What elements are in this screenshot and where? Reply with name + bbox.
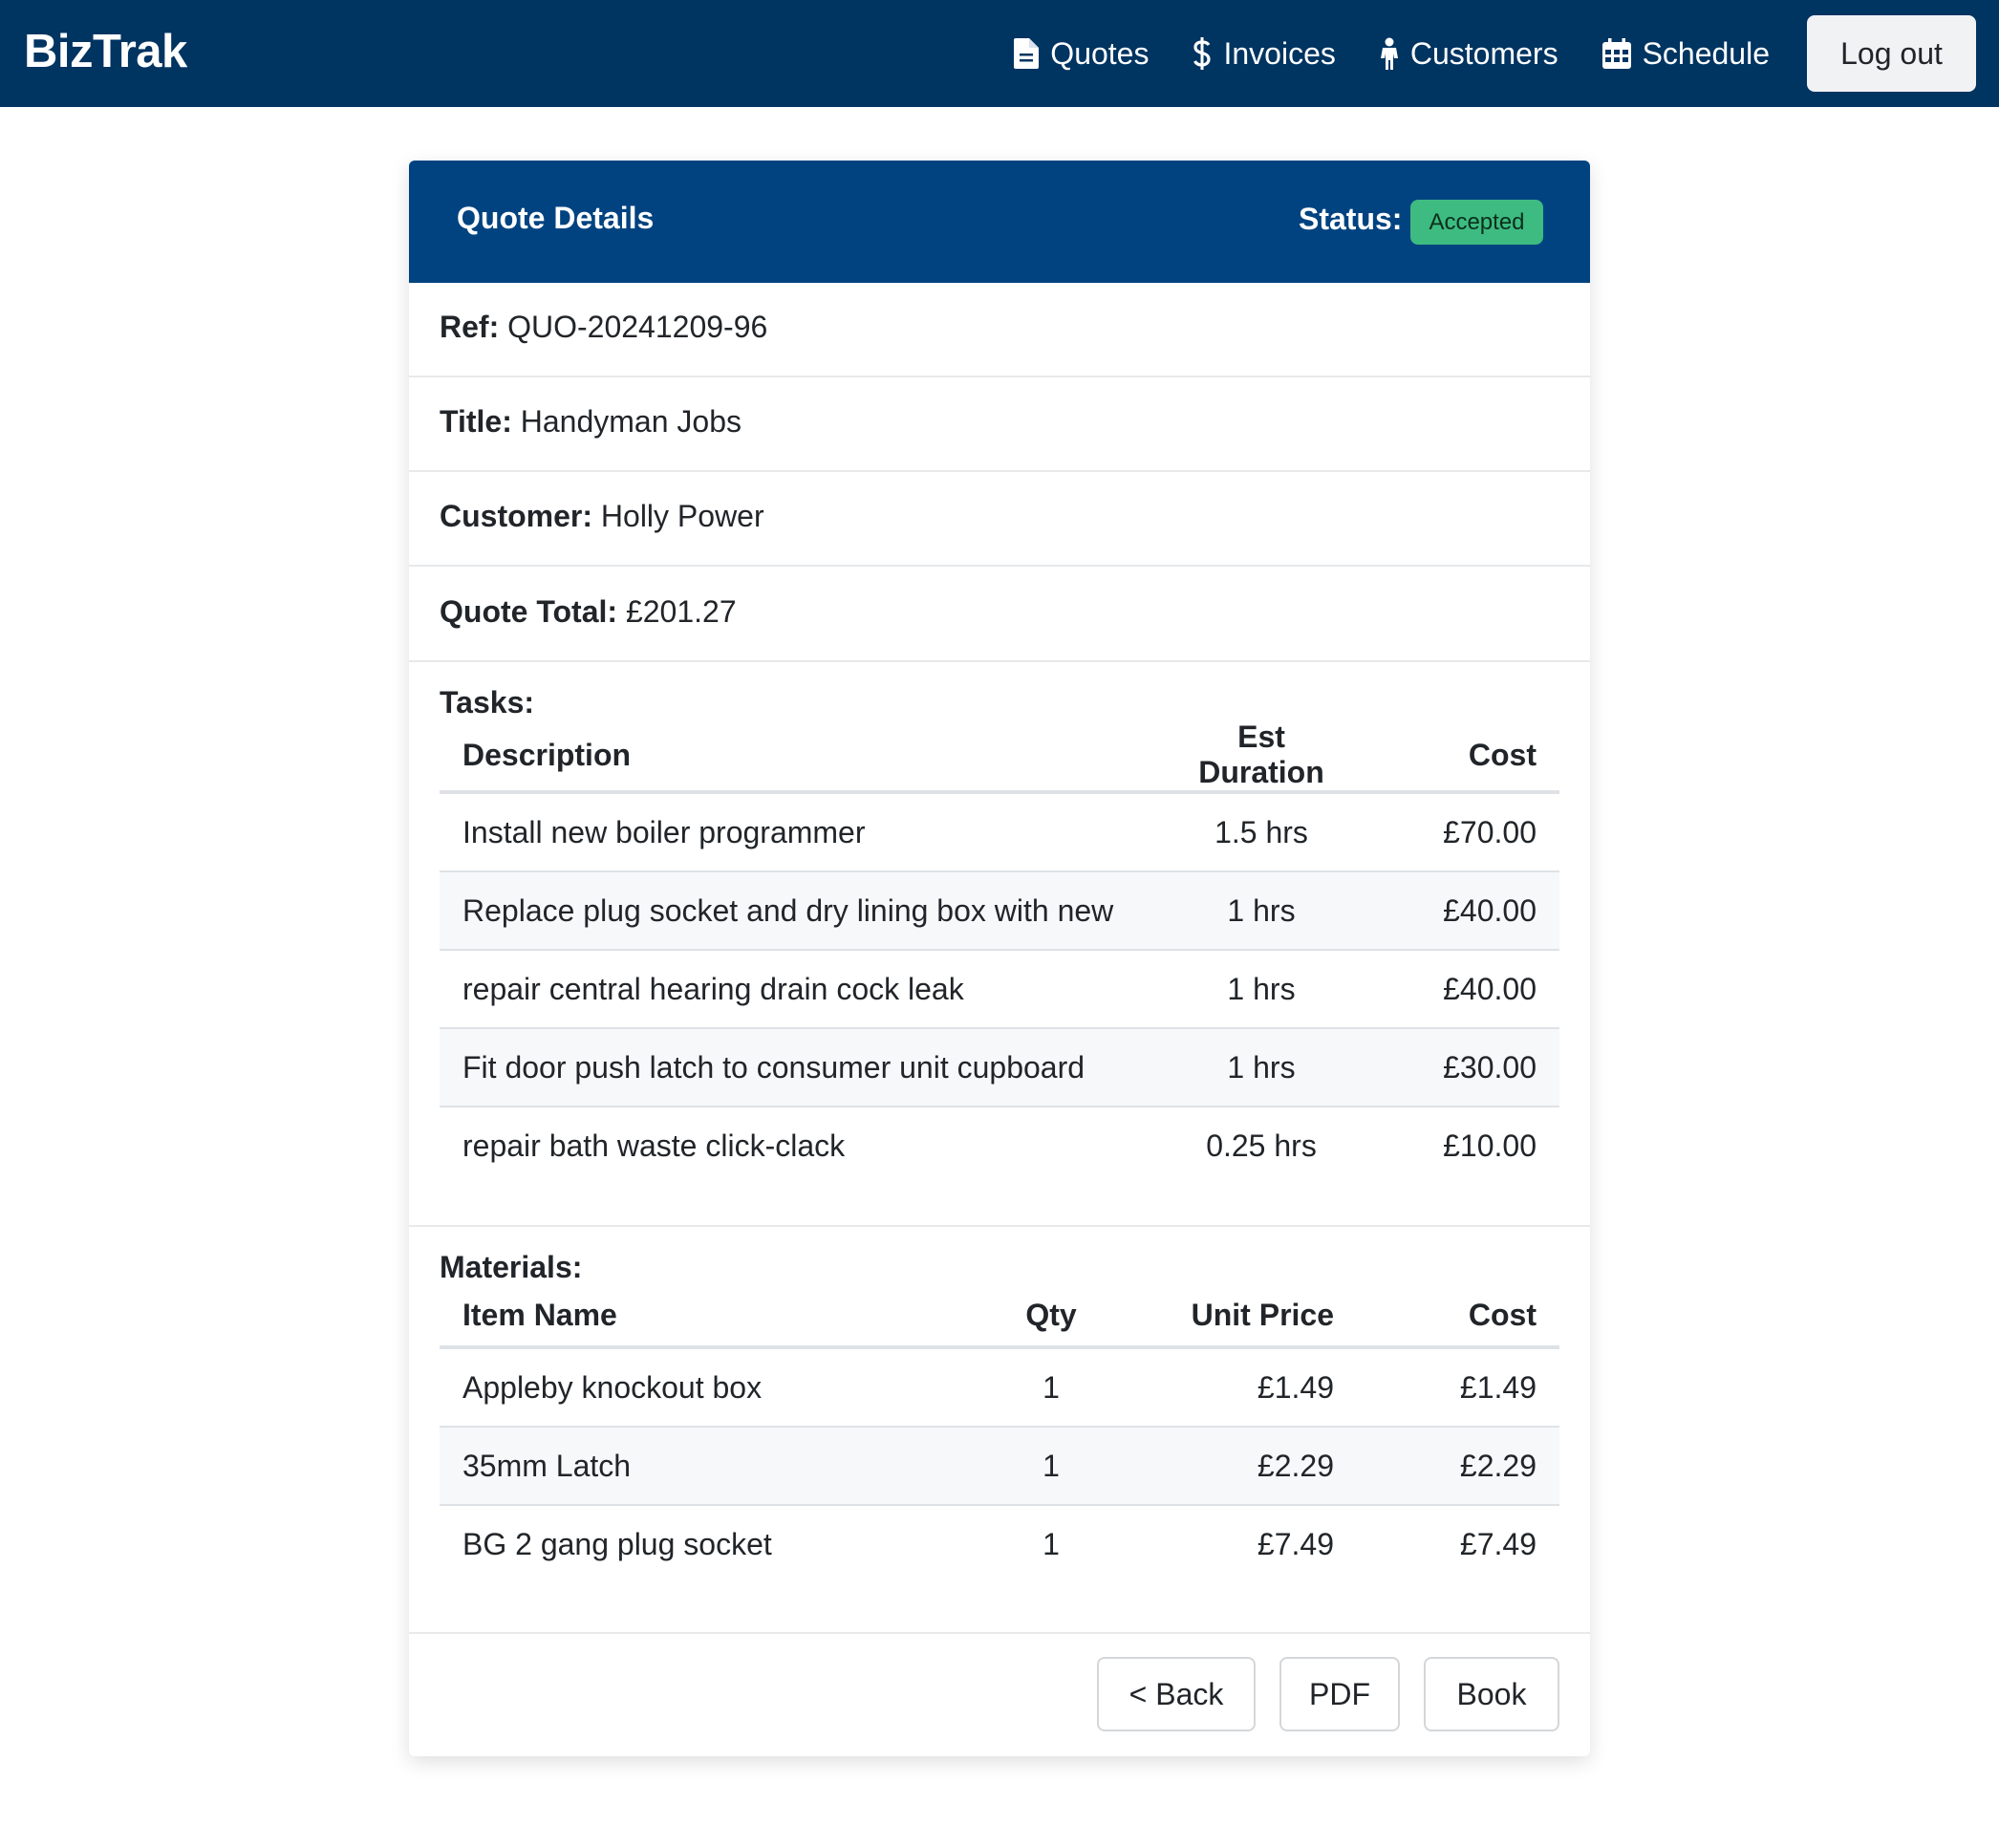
task-description: Install new boiler programmer xyxy=(440,792,1166,872)
task-duration: 1 hrs xyxy=(1166,1028,1357,1107)
nav-link-label: Customers xyxy=(1409,35,1558,71)
task-duration: 1.5 hrs xyxy=(1166,792,1357,872)
table-row: Install new boiler programmer 1.5 hrs £7… xyxy=(440,792,1559,872)
material-qty: 1 xyxy=(975,1427,1128,1506)
status-badge: Accepted xyxy=(1410,200,1543,245)
task-cost: £10.00 xyxy=(1443,1128,1537,1163)
logout-button[interactable]: Log out xyxy=(1807,15,1976,92)
customer-label: Customer: xyxy=(440,499,593,533)
task-cost: £40.00 xyxy=(1357,871,1559,951)
materials-label: Materials: xyxy=(440,1250,583,1284)
navbar: BizTrak Quotes Invoices Customers Schedu… xyxy=(0,0,1999,107)
table-row: BG 2 gang plug socket 1 £7.49 £7.49 xyxy=(440,1505,1559,1582)
tasks-label: Tasks: xyxy=(440,685,535,720)
table-row: repair bath waste click-clack 0.25 hrs £… xyxy=(440,1107,1559,1184)
column-header: Qty xyxy=(975,1284,1128,1349)
task-cost: £40.00 xyxy=(1357,950,1559,1029)
material-unit-price: £2.29 xyxy=(1128,1427,1357,1506)
material-unit-price: £1.49 xyxy=(1128,1347,1357,1428)
material-qty: 1 xyxy=(975,1347,1128,1428)
nav-link-label: Quotes xyxy=(1050,35,1150,71)
material-qty: 1 xyxy=(1042,1526,1060,1561)
ref-row: Ref: QUO-20241209-96 xyxy=(409,283,1590,377)
dollar-icon xyxy=(1193,37,1212,70)
task-description: Fit door push latch to consumer unit cup… xyxy=(440,1028,1166,1107)
total-label: Quote Total: xyxy=(440,594,618,629)
quote-card: Quote Details Status: Accepted Ref: QUO-… xyxy=(409,161,1590,1756)
card-header: Quote Details Status: Accepted xyxy=(409,161,1590,283)
title-value: Handyman Jobs xyxy=(520,404,742,439)
book-button[interactable]: Book xyxy=(1424,1657,1559,1731)
column-header: Unit Price xyxy=(1128,1284,1357,1349)
task-duration: 1 hrs xyxy=(1166,871,1357,951)
task-duration: 1 hrs xyxy=(1166,950,1357,1029)
task-cost: £70.00 xyxy=(1357,792,1559,872)
nav-link-label: Invoices xyxy=(1223,35,1336,71)
material-name: 35mm Latch xyxy=(440,1427,975,1506)
task-description: repair central hearing drain cock leak xyxy=(440,950,1166,1029)
card-footer-divider xyxy=(409,1632,1590,1634)
file-icon xyxy=(1014,38,1040,69)
ref-label: Ref: xyxy=(440,310,500,344)
customer-row: Customer: Holly Power xyxy=(409,472,1590,567)
column-header: Item Name xyxy=(440,1284,975,1349)
nav-link-customers[interactable]: Customers xyxy=(1380,36,1558,72)
nav-link-invoices[interactable]: Invoices xyxy=(1193,35,1336,72)
task-description: Replace plug socket and dry lining box w… xyxy=(440,871,1166,951)
column-header: Est Duration xyxy=(1166,720,1357,794)
task-cost: £30.00 xyxy=(1357,1028,1559,1107)
material-name: BG 2 gang plug socket xyxy=(462,1526,772,1561)
title-label: Title: xyxy=(440,404,512,439)
material-cost: £2.29 xyxy=(1357,1427,1559,1506)
nav-link-label: Schedule xyxy=(1642,35,1770,71)
total-row: Quote Total: £201.27 xyxy=(409,567,1590,662)
column-header: Cost xyxy=(1357,1284,1559,1349)
calendar-icon xyxy=(1601,38,1631,69)
material-unit-price: £7.49 xyxy=(1257,1526,1334,1561)
table-header-row: Description Est Duration Cost xyxy=(440,720,1559,794)
task-duration: 0.25 hrs xyxy=(1206,1128,1317,1163)
materials-section: Materials: Item Name Qty Unit Price Cost… xyxy=(409,1227,1590,1632)
table-row: repair central hearing drain cock leak 1… xyxy=(440,950,1559,1029)
material-cost: £1.49 xyxy=(1357,1347,1559,1428)
nav-link-quotes[interactable]: Quotes xyxy=(1014,36,1149,72)
customer-value: Holly Power xyxy=(600,499,764,533)
column-header: Description xyxy=(440,720,1166,794)
task-description: repair bath waste click-clack xyxy=(462,1128,846,1163)
material-name: Appleby knockout box xyxy=(440,1347,975,1428)
nav-links: Quotes Invoices Customers Schedule xyxy=(970,0,1770,107)
total-value: £201.27 xyxy=(625,594,737,629)
material-cost: £7.49 xyxy=(1459,1526,1537,1561)
table-row: Replace plug socket and dry lining box w… xyxy=(440,871,1559,951)
table-row: 35mm Latch 1 £2.29 £2.29 xyxy=(440,1427,1559,1506)
ref-value: QUO-20241209-96 xyxy=(507,310,768,344)
table-row: Fit door push latch to consumer unit cup… xyxy=(440,1028,1559,1107)
pdf-button[interactable]: PDF xyxy=(1279,1657,1400,1731)
table-header-row: Item Name Qty Unit Price Cost xyxy=(440,1284,1559,1349)
table-row: Appleby knockout box 1 £1.49 £1.49 xyxy=(440,1347,1559,1428)
tasks-section: Tasks: Description Est Duration Cost Ins… xyxy=(409,662,1590,1227)
nav-link-schedule[interactable]: Schedule xyxy=(1601,35,1770,72)
card-title: Quote Details xyxy=(457,201,655,235)
column-header: Cost xyxy=(1357,720,1559,794)
person-icon xyxy=(1380,37,1398,70)
back-button[interactable]: < Back xyxy=(1097,1657,1256,1731)
status-label: Status: xyxy=(1299,202,1403,236)
brand-logo[interactable]: BizTrak xyxy=(24,25,187,78)
title-row: Title: Handyman Jobs xyxy=(409,377,1590,472)
materials-table: Item Name Qty Unit Price Cost Appleby kn… xyxy=(440,1284,1559,1582)
tasks-table: Description Est Duration Cost Install ne… xyxy=(440,720,1559,1184)
